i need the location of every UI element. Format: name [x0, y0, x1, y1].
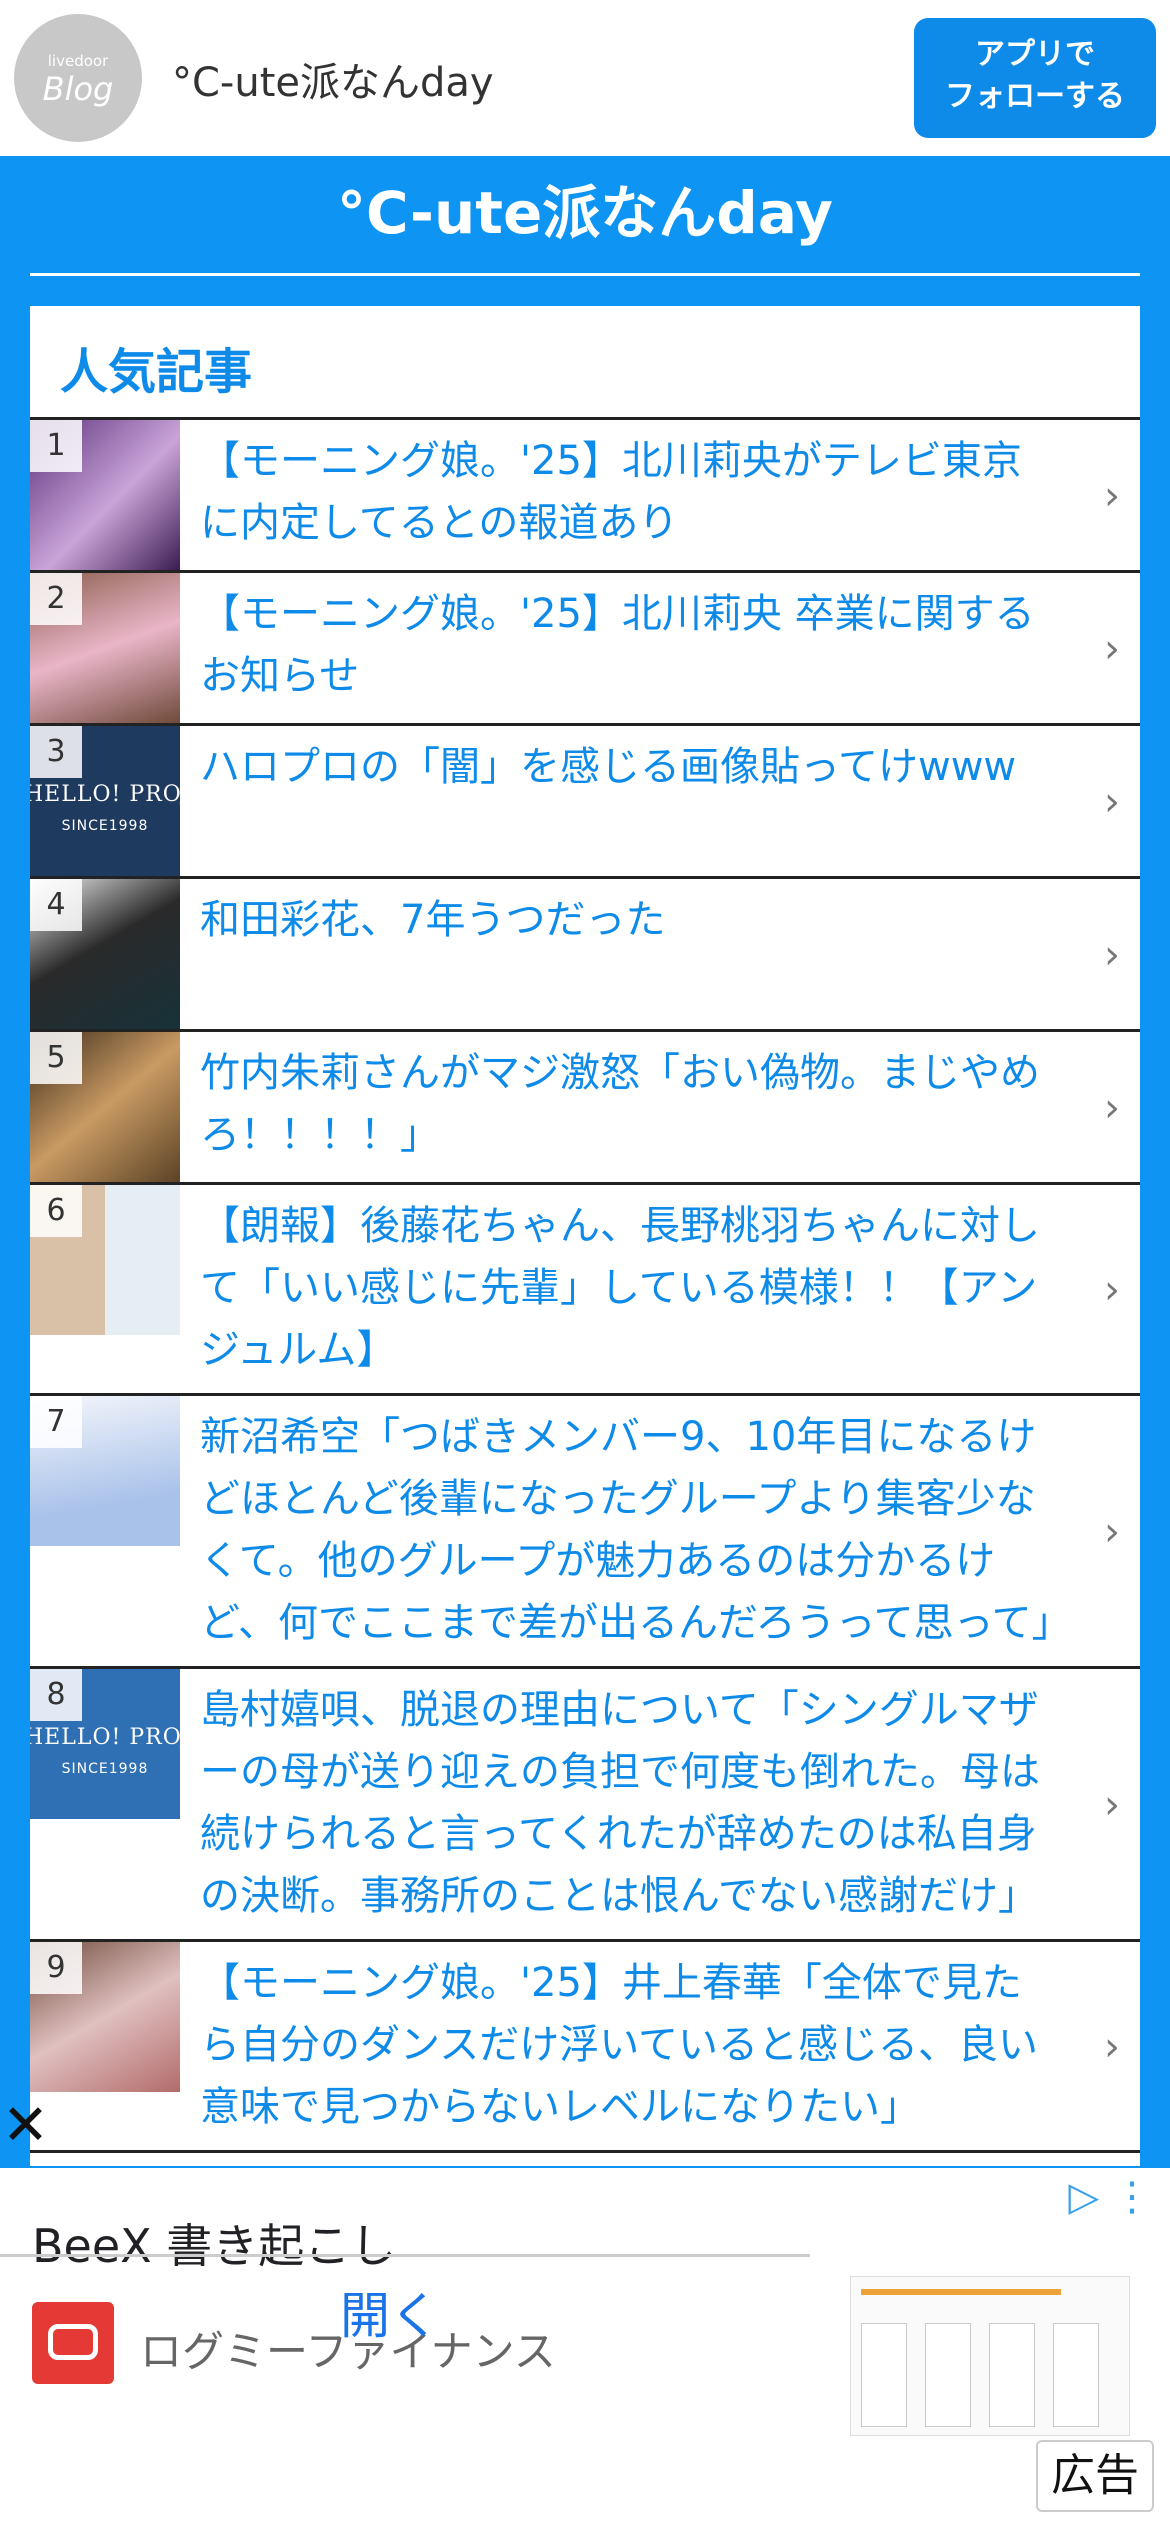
chevron-right-icon: ›	[1104, 1509, 1120, 1555]
rank-badge: 8	[30, 1669, 82, 1721]
chevron-right-icon: ›	[1104, 1085, 1120, 1131]
ad-divider	[0, 2254, 810, 2257]
blog-title[interactable]: °C-ute派なんday	[0, 166, 1170, 250]
article-title: 【モーニング娘。'25】北川莉央 卒業に関するお知らせ	[200, 591, 1035, 699]
article-item-7[interactable]: 7 新沼希空「つばきメンバー9、10年目になるけどほとんど後輩になったグループよ…	[30, 1396, 1140, 1669]
article-item-1[interactable]: 1 【モーニング娘。'25】北川莉央がテレビ東京に内定してるとの報道あり ›	[30, 420, 1140, 573]
article-title: 新沼希空「つばきメンバー9、10年目になるけどほとんど後輩になったグループより集…	[200, 1414, 1072, 1646]
article-title: 和田彩花、7年うつだった	[200, 897, 666, 943]
thumbnail-logo-text: HELLO! PROJECT	[30, 1725, 180, 1750]
rank-badge: 7	[30, 1396, 82, 1448]
ad-choices-icon[interactable]: ▷ ⋮	[1069, 2174, 1152, 2220]
logo-small-text: livedoor	[47, 52, 109, 70]
follow-in-app-button[interactable]: アプリで フォローする	[914, 18, 1156, 138]
article-thumbnail: 7	[30, 1396, 180, 1546]
ad-banner[interactable]: ▷ ⋮ BeeX 書き起こし ログミーファイナンス	[0, 2168, 1170, 2532]
ad-label-badge: 広告	[1036, 2440, 1154, 2512]
follow-label-line1: アプリで	[975, 37, 1095, 72]
article-item-4[interactable]: 4 和田彩花、7年うつだった ›	[30, 879, 1140, 1032]
article-thumbnail: 9	[30, 1942, 180, 2092]
article-thumbnail: 5	[30, 1032, 180, 1182]
rank-badge: 5	[30, 1032, 82, 1084]
chevron-right-icon: ›	[1104, 626, 1120, 672]
article-thumbnail: 4	[30, 879, 180, 1029]
title-divider	[30, 273, 1140, 276]
article-thumbnail: 1	[30, 420, 180, 570]
article-thumbnail: 2	[30, 573, 180, 723]
article-item-3[interactable]: HELLO! PROJECT SINCE1998 3 ハロプロの「闇」を感じる画像貼…	[30, 726, 1140, 879]
rank-badge: 9	[30, 1942, 82, 1994]
article-title: 【朗報】後藤花ちゃん、長野桃羽ちゃんに対して「いい感じに先輩」している模様！！【…	[200, 1203, 1040, 1373]
article-item-2[interactable]: 2 【モーニング娘。'25】北川莉央 卒業に関するお知らせ ›	[30, 573, 1140, 726]
close-ad-icon[interactable]: ✕	[2, 2098, 49, 2154]
rank-badge: 1	[30, 420, 82, 472]
thumbnail-logo-text: HELLO! PROJECT	[30, 782, 180, 807]
rank-badge: 6	[30, 1185, 82, 1237]
article-title: 【モーニング娘。'25】井上春華「全体で見たら自分のダンスだけ浮いていると感じる…	[200, 1960, 1038, 2130]
chevron-right-icon: ›	[1104, 779, 1120, 825]
article-item-8[interactable]: HELLO! PROJECT SINCE1998 8 島村嬉唄、脱退の理由について「…	[30, 1669, 1140, 1942]
article-thumbnail: HELLO! PROJECT SINCE1998 3	[30, 726, 180, 876]
ad-title[interactable]: BeeX 書き起こし	[32, 2210, 396, 2276]
article-item-6[interactable]: 6 【朗報】後藤花ちゃん、長野桃羽ちゃんに対して「いい感じに先輩」している模様！…	[30, 1185, 1140, 1396]
chevron-right-icon: ›	[1104, 2024, 1120, 2070]
thumbnail-logo-subtext: SINCE1998	[61, 818, 149, 834]
article-title: 【モーニング娘。'25】北川莉央がテレビ東京に内定してるとの報道あり	[200, 438, 1022, 546]
thumbnail-logo-subtext: SINCE1998	[61, 1761, 149, 1777]
chevron-right-icon: ›	[1104, 1782, 1120, 1828]
article-title: 島村嬉唄、脱退の理由について「シングルマザーの母が送り迎えの負担で何度も倒れた。…	[200, 1687, 1040, 1919]
livedoor-blog-logo[interactable]: livedoor Blog	[14, 14, 142, 142]
chevron-right-icon: ›	[1104, 932, 1120, 978]
rank-badge: 2	[30, 573, 82, 625]
popular-articles-panel: 人気記事 1 【モーニング娘。'25】北川莉央がテレビ東京に内定してるとの報道あ…	[30, 306, 1140, 2166]
rank-badge: 4	[30, 879, 82, 931]
follow-label-line2: フォローする	[945, 79, 1125, 114]
ad-open-button[interactable]: 開く	[0, 2276, 780, 2348]
rank-badge: 3	[30, 726, 82, 778]
chevron-right-icon: ›	[1104, 473, 1120, 519]
article-title: 竹内朱莉さんがマジ激怒「おい偽物。まじやめろ！！！！」	[200, 1050, 1040, 1158]
site-name[interactable]: °C-ute派なんday	[172, 50, 494, 108]
logo-big-text: Blog	[42, 70, 114, 108]
popular-heading: 人気記事	[30, 306, 1140, 420]
article-thumbnail: 6	[30, 1185, 180, 1335]
chevron-right-icon: ›	[1104, 1267, 1120, 1313]
app-bar: livedoor Blog °C-ute派なんday アプリで フォローする	[0, 0, 1170, 156]
article-thumbnail: HELLO! PROJECT SINCE1998 8	[30, 1669, 180, 1819]
article-item-5[interactable]: 5 竹内朱莉さんがマジ激怒「おい偽物。まじやめろ！！！！」 ›	[30, 1032, 1140, 1185]
article-title: ハロプロの「闇」を感じる画像貼ってけwww	[200, 744, 1017, 790]
article-item-9[interactable]: 9 【モーニング娘。'25】井上春華「全体で見たら自分のダンスだけ浮いていると感…	[30, 1942, 1140, 2153]
ad-image[interactable]	[850, 2276, 1130, 2436]
